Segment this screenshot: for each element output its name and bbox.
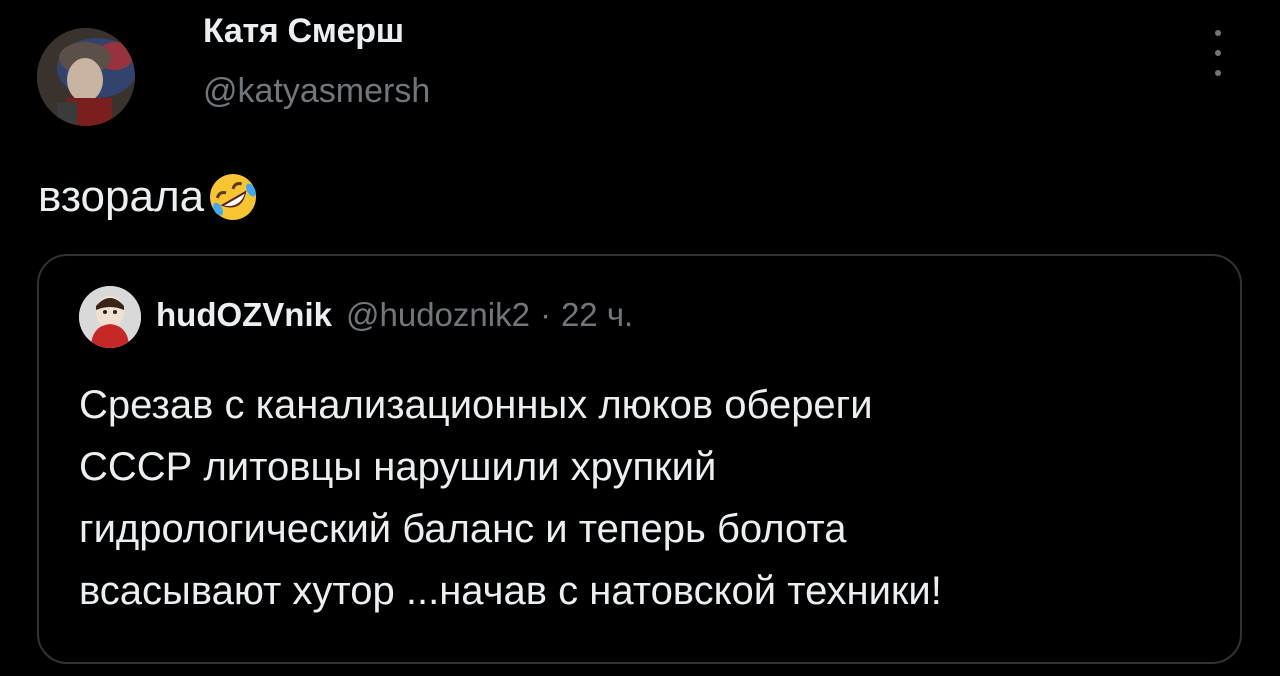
quoted-author-avatar[interactable] xyxy=(79,286,141,348)
quoted-tweet-text: Срезав с канализационных люков обереги С… xyxy=(79,374,1219,622)
quoted-text-line: всасывают хутор ...начав с натовской тех… xyxy=(79,569,942,613)
quoted-text-line: СССР литовцы нарушили хрупкий xyxy=(79,445,717,489)
quoted-text-line: гидрологический баланс и теперь болота xyxy=(79,507,847,551)
quoted-tweet-card[interactable]: hudOZVnik @hudoznik2 · 22 ч. Срезав с ка… xyxy=(37,254,1242,664)
author-handle[interactable]: @katyasmersh xyxy=(203,72,430,111)
more-dot xyxy=(1215,30,1221,36)
quoted-timestamp[interactable]: 22 ч. xyxy=(561,296,633,334)
author-name[interactable]: Катя Смерш xyxy=(203,12,404,51)
quoted-tweet-header: hudOZVnik @hudoznik2 · 22 ч. xyxy=(156,296,633,334)
more-dot xyxy=(1215,50,1221,56)
tweet-text: взорала xyxy=(38,172,205,221)
quoted-avatar-image xyxy=(79,286,141,348)
tweet-text-row: взорала xyxy=(38,170,260,224)
quoted-author-name[interactable]: hudOZVnik xyxy=(156,296,332,334)
quoted-text-line: Срезав с канализационных люков обереги xyxy=(79,383,873,427)
header-separator: · xyxy=(539,296,551,333)
author-avatar[interactable] xyxy=(37,28,135,126)
more-dot xyxy=(1215,70,1221,76)
rolling-on-floor-laughing-icon xyxy=(206,170,260,224)
more-options-icon[interactable] xyxy=(1203,30,1233,76)
author-avatar-image xyxy=(37,28,135,126)
quoted-author-handle[interactable]: @hudoznik2 xyxy=(346,296,530,334)
